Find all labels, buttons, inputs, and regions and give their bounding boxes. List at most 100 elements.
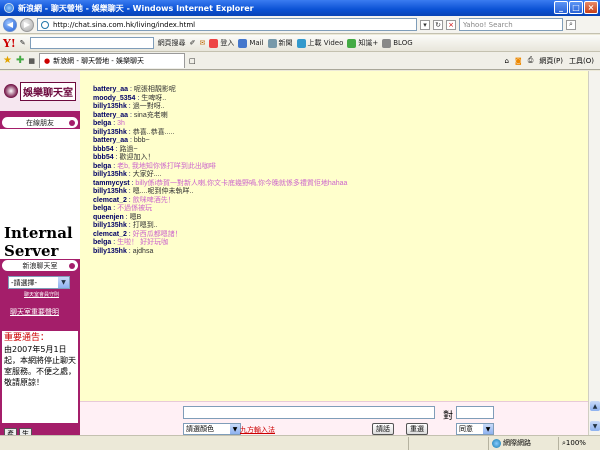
tab-grid-icon[interactable]: ▦ xyxy=(28,57,35,65)
chat-nickname[interactable]: billy135hk xyxy=(93,129,127,136)
chat-text: bbb~ xyxy=(133,137,150,144)
recipient-input[interactable] xyxy=(456,406,494,419)
scroll-down-icon[interactable]: ▼ xyxy=(590,421,600,431)
chat-nickname[interactable]: clemcat_2 xyxy=(93,231,127,238)
room-select[interactable]: -請選擇- ▼ xyxy=(8,276,70,289)
server-label: Internal Server xyxy=(4,224,73,260)
highlight-icon[interactable]: ✐ xyxy=(190,39,196,47)
disclaimer-link[interactable]: 聊天室重要聲明 xyxy=(10,307,59,317)
search-placeholder: Yahoo! Search xyxy=(463,20,513,29)
tab-active[interactable]: ● 新浪網 - 聊天營地 - 娛樂聊天 xyxy=(38,53,185,68)
web-search-button[interactable]: 網頁搜尋 xyxy=(158,38,186,48)
close-button[interactable]: × xyxy=(584,1,598,14)
send-button[interactable]: 請話 xyxy=(372,423,394,435)
chat-nickname[interactable]: belga xyxy=(93,163,111,170)
login-label: 登入 xyxy=(220,39,235,47)
print-icon[interactable]: ⎙ xyxy=(528,56,534,65)
forward-button[interactable]: ▶ xyxy=(20,17,34,32)
chat-nickname[interactable]: billy135hk xyxy=(93,188,127,195)
title-bar: 新浪網 - 聊天營地 - 娛樂聊天 - Windows Internet Exp… xyxy=(0,0,600,16)
tab-bar: ★ ✚ ▦ ● 新浪網 - 聊天營地 - 娛樂聊天 □ ⌂ ◙ ⎙ 網頁(P) … xyxy=(0,52,600,70)
feed-icon[interactable]: ◙ xyxy=(515,57,522,65)
chat-nickname[interactable]: billy135hk xyxy=(93,171,127,178)
chat-message: billy135hk : 嗯....呢到仲未執咩.. xyxy=(93,188,588,197)
blog-button[interactable]: BLOG xyxy=(382,38,413,48)
favorites-star-icon[interactable]: ★ xyxy=(3,55,12,66)
security-zone: 網際網路 xyxy=(488,436,558,450)
chat-message: battery_aa : 呢張相靚影呢 xyxy=(93,86,588,95)
chat-nickname[interactable]: bbb54 xyxy=(93,154,114,161)
chat-nickname[interactable]: battery_aa xyxy=(93,112,128,119)
message-input[interactable] xyxy=(183,406,435,419)
stop-icon[interactable]: × xyxy=(446,19,456,30)
chat-nickname[interactable]: bbb54 xyxy=(93,146,114,153)
mood-select[interactable]: 同意 ▼ xyxy=(456,423,494,435)
mail-label: Mail xyxy=(249,39,264,47)
news-label: 新聞 xyxy=(278,39,293,47)
chat-nickname[interactable]: billy135hk xyxy=(93,248,127,255)
back-button[interactable]: ◀ xyxy=(3,17,17,32)
online-friends-bar[interactable]: 在線朋友 xyxy=(2,117,78,128)
chat-text: 好西瓜都嗯諸！ xyxy=(132,230,182,238)
chat-message: clemcat_2 : 飲咪啤酒先！ xyxy=(93,197,588,206)
color-select-value: 請選顏色 xyxy=(186,425,214,433)
chat-message: billy135hk : 過一對呀.. xyxy=(93,103,588,112)
input-area: 對 請選顏色 ▼ 九方輸入法 請話 重選 同意 ▼ xyxy=(80,401,588,435)
chat-nickname[interactable]: battery_aa xyxy=(93,86,128,93)
site-logo: 娛樂聊天室 xyxy=(0,71,80,111)
url-field[interactable]: http://chat.sina.com.hk/living/index.htm… xyxy=(37,18,417,31)
ie-icon xyxy=(4,3,14,13)
add-favorites-icon[interactable]: ✚ xyxy=(16,55,24,66)
blog-label: BLOG xyxy=(393,39,413,47)
minimize-button[interactable]: _ xyxy=(554,1,568,14)
yahoo-search-input[interactable]: Yahoo! Search xyxy=(459,18,563,31)
login-button[interactable]: 登入 xyxy=(209,38,234,48)
page-menu[interactable]: 網頁(P) xyxy=(539,56,563,66)
chat-nickname[interactable]: clemcat_2 xyxy=(93,197,127,204)
search-icon[interactable]: ⌕ xyxy=(566,19,576,30)
scroll-up-icon[interactable]: ▲ xyxy=(590,401,600,411)
chat-nickname[interactable]: belga xyxy=(93,205,111,212)
chat-nickname[interactable]: battery_aa xyxy=(93,137,128,144)
pencil-icon[interactable]: ✎ xyxy=(20,39,26,47)
new-tab-icon[interactable]: □ xyxy=(189,57,196,65)
chevron-down-icon: ▼ xyxy=(230,424,240,434)
chat-text: ajdhsa xyxy=(132,247,154,255)
chat-message: billy135hk : 大家好.... xyxy=(93,171,588,180)
dropdown-icon[interactable]: ▾ xyxy=(420,19,430,30)
tools-menu[interactable]: 工具(O) xyxy=(569,56,594,66)
chat-text: 飲咪啤酒先！ xyxy=(132,196,175,204)
mail-icon-small[interactable]: ✉ xyxy=(199,39,205,47)
ninegrid-input-link[interactable]: 九方輸入法 xyxy=(240,425,275,435)
chat-nickname[interactable]: billy135hk xyxy=(93,222,127,229)
news-button[interactable]: 新聞 xyxy=(267,38,293,48)
rules-link[interactable]: 聊天室會員守則 xyxy=(24,291,59,298)
yahoo-logo[interactable]: Y! xyxy=(3,37,16,50)
refresh-icon[interactable]: ↻ xyxy=(433,19,443,30)
chat-text: 生啦！ 好好玩咖 xyxy=(117,239,169,246)
toolbar-search-input[interactable] xyxy=(29,37,154,49)
mail-button[interactable]: Mail xyxy=(238,38,264,48)
room-select-value: -請選擇- xyxy=(11,278,38,287)
chat-nickname[interactable]: tammycyst xyxy=(93,180,130,187)
chat-message: battery_aa : sina充老喇 xyxy=(93,112,588,121)
chat-text: 打嗯到.. xyxy=(132,222,158,229)
chat-nickname[interactable]: belga xyxy=(93,239,111,246)
chat-nickname[interactable]: queenjen xyxy=(93,214,124,221)
zoom-control[interactable]: ⌕ 100% xyxy=(558,436,600,450)
chat-nickname[interactable]: billy135hk xyxy=(93,103,127,110)
online-friends-label: 在線朋友 xyxy=(26,118,54,127)
chat-message: battery_aa : bbb~ xyxy=(93,137,588,146)
chat-log: battery_aa : 呢張相靚影呢 moody_5354 : 生啤呀.. bil… xyxy=(80,71,588,401)
home-icon[interactable]: ⌂ xyxy=(504,57,508,65)
clear-button[interactable]: 重選 xyxy=(406,423,428,435)
chat-text: 3h xyxy=(117,120,125,127)
chat-nickname[interactable]: moody_5354 xyxy=(93,95,135,102)
knowledge-button[interactable]: 知識+ xyxy=(347,38,378,48)
vertical-scrollbar[interactable]: ▲ ▼ xyxy=(588,71,600,435)
maximize-button[interactable]: □ xyxy=(569,1,583,14)
color-select[interactable]: 請選顏色 ▼ xyxy=(183,423,241,435)
video-button[interactable]: 上載 Video xyxy=(296,38,343,48)
room-bar[interactable]: 新浪聊天室 xyxy=(2,260,78,271)
chat-nickname[interactable]: belga xyxy=(93,120,111,127)
